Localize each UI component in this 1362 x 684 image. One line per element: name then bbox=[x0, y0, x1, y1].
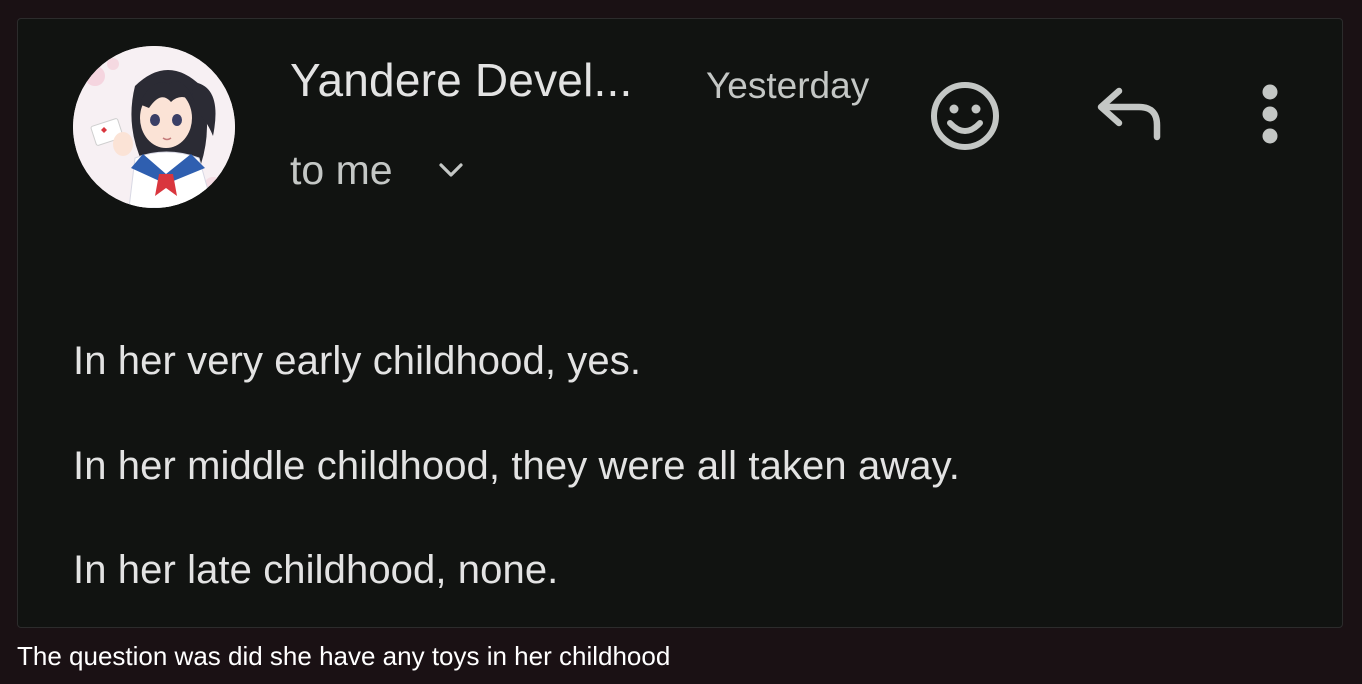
emoji-icon[interactable] bbox=[928, 79, 1002, 153]
email-body-line: In her middle childhood, they were all t… bbox=[73, 444, 960, 488]
reply-icon[interactable] bbox=[1095, 85, 1165, 141]
email-body-line: In her late childhood, none. bbox=[73, 548, 559, 592]
anime-girl-avatar-illustration bbox=[73, 46, 235, 208]
sender-avatar[interactable] bbox=[73, 46, 235, 208]
email-time: Yesterday bbox=[706, 65, 870, 106]
email-screenshot: Yandere Devel... Yesterday to me In her … bbox=[17, 18, 1343, 628]
chevron-down-icon[interactable] bbox=[436, 159, 466, 181]
recipient-label[interactable]: to me bbox=[290, 147, 393, 194]
post-caption: The question was did she have any toys i… bbox=[17, 641, 671, 671]
sender-name[interactable]: Yandere Devel... bbox=[290, 53, 632, 107]
more-vert-icon[interactable] bbox=[1250, 81, 1290, 147]
email-body-line: In her very early childhood, yes. bbox=[73, 339, 642, 383]
